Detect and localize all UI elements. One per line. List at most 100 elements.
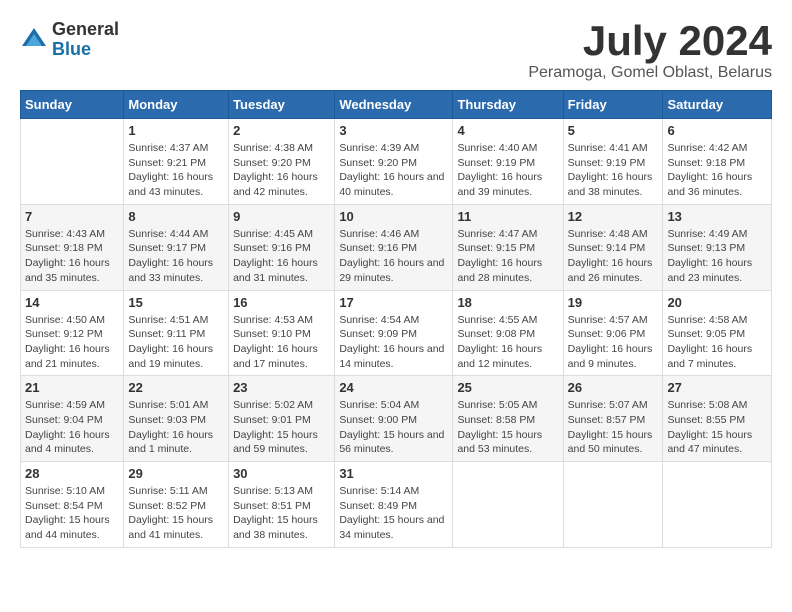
location-subtitle: Peramoga, Gomel Oblast, Belarus bbox=[528, 64, 772, 82]
day-cell: 15Sunrise: 4:51 AM Sunset: 9:11 PM Dayli… bbox=[124, 290, 229, 376]
day-number: 12 bbox=[568, 209, 659, 224]
day-info: Sunrise: 4:43 AM Sunset: 9:18 PM Dayligh… bbox=[25, 227, 119, 286]
day-info: Sunrise: 5:10 AM Sunset: 8:54 PM Dayligh… bbox=[25, 484, 119, 543]
day-cell: 21 Sunrise: 4:59 AM Sunset: 9:04 PM Dayli… bbox=[21, 376, 124, 462]
header-sunday: Sunday bbox=[21, 91, 124, 119]
day-info: Sunrise: 4:58 AM Sunset: 9:05 PM Dayligh… bbox=[667, 313, 767, 372]
day-cell: 13 Sunrise: 4:49 AM Sunset: 9:13 PM Dayli… bbox=[663, 204, 772, 290]
day-number: 31 bbox=[339, 466, 448, 481]
day-info: Sunrise: 5:07 AM Sunset: 8:57 PM Dayligh… bbox=[568, 398, 659, 457]
day-info: Sunrise: 4:37 AM Sunset: 9:21 PM Dayligh… bbox=[128, 141, 224, 200]
day-number: 27 bbox=[667, 380, 767, 395]
day-info: Sunrise: 4:50 AM Sunset: 9:12 PM Dayligh… bbox=[25, 313, 119, 372]
week-row-3: 14 Sunrise: 4:50 AM Sunset: 9:12 PM Dayli… bbox=[21, 290, 772, 376]
day-info: Sunrise: 4:41 AM Sunset: 9:19 PM Dayligh… bbox=[568, 141, 659, 200]
day-cell: 30 Sunrise: 5:13 AM Sunset: 8:51 PM Dayli… bbox=[229, 462, 335, 548]
day-number: 6 bbox=[667, 123, 767, 138]
page-header: General Blue July 2024 Peramoga, Gomel O… bbox=[20, 20, 772, 82]
day-cell: 2 Sunrise: 4:38 AM Sunset: 9:20 PM Daylig… bbox=[229, 119, 335, 205]
day-number: 30 bbox=[233, 466, 330, 481]
day-number: 28 bbox=[25, 466, 119, 481]
header-thursday: Thursday bbox=[453, 91, 563, 119]
day-number: 14 bbox=[25, 295, 119, 310]
header-wednesday: Wednesday bbox=[335, 91, 453, 119]
day-info: Sunrise: 4:49 AM Sunset: 9:13 PM Dayligh… bbox=[667, 227, 767, 286]
header-tuesday: Tuesday bbox=[229, 91, 335, 119]
day-info: Sunrise: 4:45 AM Sunset: 9:16 PM Dayligh… bbox=[233, 227, 330, 286]
day-number: 9 bbox=[233, 209, 330, 224]
day-cell: 10 Sunrise: 4:46 AM Sunset: 9:16 PM Dayli… bbox=[335, 204, 453, 290]
day-cell: 16 Sunrise: 4:53 AM Sunset: 9:10 PM Dayli… bbox=[229, 290, 335, 376]
header-saturday: Saturday bbox=[663, 91, 772, 119]
day-info: Sunrise: 4:47 AM Sunset: 9:15 PM Dayligh… bbox=[457, 227, 558, 286]
day-number: 21 bbox=[25, 380, 119, 395]
day-number: 2 bbox=[233, 123, 330, 138]
day-number: 29 bbox=[128, 466, 224, 481]
day-number: 23 bbox=[233, 380, 330, 395]
day-info: Sunrise: 5:13 AM Sunset: 8:51 PM Dayligh… bbox=[233, 484, 330, 543]
day-cell: 26Sunrise: 5:07 AM Sunset: 8:57 PM Dayli… bbox=[563, 376, 663, 462]
month-year-title: July 2024 bbox=[528, 20, 772, 62]
day-cell: 4 Sunrise: 4:40 AM Sunset: 9:19 PM Daylig… bbox=[453, 119, 563, 205]
header-row: SundayMondayTuesdayWednesdayThursdayFrid… bbox=[21, 91, 772, 119]
day-cell: 3 Sunrise: 4:39 AM Sunset: 9:20 PM Daylig… bbox=[335, 119, 453, 205]
day-info: Sunrise: 4:38 AM Sunset: 9:20 PM Dayligh… bbox=[233, 141, 330, 200]
day-number: 11 bbox=[457, 209, 558, 224]
day-info: Sunrise: 4:54 AM Sunset: 9:09 PM Dayligh… bbox=[339, 313, 448, 372]
day-cell: 8 Sunrise: 4:44 AM Sunset: 9:17 PM Daylig… bbox=[124, 204, 229, 290]
day-cell: 7 Sunrise: 4:43 AM Sunset: 9:18 PM Daylig… bbox=[21, 204, 124, 290]
day-number: 1 bbox=[128, 123, 224, 138]
day-cell: 1 Sunrise: 4:37 AM Sunset: 9:21 PM Daylig… bbox=[124, 119, 229, 205]
day-info: Sunrise: 5:08 AM Sunset: 8:55 PM Dayligh… bbox=[667, 398, 767, 457]
day-number: 15 bbox=[128, 295, 224, 310]
day-info: Sunrise: 5:02 AM Sunset: 9:01 PM Dayligh… bbox=[233, 398, 330, 457]
day-cell: 14 Sunrise: 4:50 AM Sunset: 9:12 PM Dayli… bbox=[21, 290, 124, 376]
day-cell: 12 Sunrise: 4:48 AM Sunset: 9:14 PM Dayli… bbox=[563, 204, 663, 290]
day-cell: 18 Sunrise: 4:55 AM Sunset: 9:08 PM Dayli… bbox=[453, 290, 563, 376]
day-number: 18 bbox=[457, 295, 558, 310]
day-number: 16 bbox=[233, 295, 330, 310]
day-number: 8 bbox=[128, 209, 224, 224]
day-cell bbox=[21, 119, 124, 205]
day-info: Sunrise: 4:48 AM Sunset: 9:14 PM Dayligh… bbox=[568, 227, 659, 286]
logo-general-text: General bbox=[52, 20, 119, 40]
day-cell: 23 Sunrise: 5:02 AM Sunset: 9:01 PM Dayli… bbox=[229, 376, 335, 462]
logo: General Blue bbox=[20, 20, 119, 60]
day-number: 3 bbox=[339, 123, 448, 138]
day-cell: 6 Sunrise: 4:42 AM Sunset: 9:18 PM Daylig… bbox=[663, 119, 772, 205]
day-number: 5 bbox=[568, 123, 659, 138]
day-info: Sunrise: 4:55 AM Sunset: 9:08 PM Dayligh… bbox=[457, 313, 558, 372]
day-cell: 19Sunrise: 4:57 AM Sunset: 9:06 PM Dayli… bbox=[563, 290, 663, 376]
day-cell: 24Sunrise: 5:04 AM Sunset: 9:00 PM Dayli… bbox=[335, 376, 453, 462]
day-info: Sunrise: 4:46 AM Sunset: 9:16 PM Dayligh… bbox=[339, 227, 448, 286]
day-info: Sunrise: 4:40 AM Sunset: 9:19 PM Dayligh… bbox=[457, 141, 558, 200]
day-cell: 5 Sunrise: 4:41 AM Sunset: 9:19 PM Daylig… bbox=[563, 119, 663, 205]
day-info: Sunrise: 4:44 AM Sunset: 9:17 PM Dayligh… bbox=[128, 227, 224, 286]
day-info: Sunrise: 4:53 AM Sunset: 9:10 PM Dayligh… bbox=[233, 313, 330, 372]
day-cell: 22Sunrise: 5:01 AM Sunset: 9:03 PM Dayli… bbox=[124, 376, 229, 462]
day-info: Sunrise: 4:59 AM Sunset: 9:04 PM Dayligh… bbox=[25, 398, 119, 457]
calendar-table: SundayMondayTuesdayWednesdayThursdayFrid… bbox=[20, 90, 772, 548]
day-number: 7 bbox=[25, 209, 119, 224]
day-number: 13 bbox=[667, 209, 767, 224]
week-row-4: 21 Sunrise: 4:59 AM Sunset: 9:04 PM Dayli… bbox=[21, 376, 772, 462]
day-info: Sunrise: 4:39 AM Sunset: 9:20 PM Dayligh… bbox=[339, 141, 448, 200]
day-cell bbox=[663, 462, 772, 548]
day-cell: 25Sunrise: 5:05 AM Sunset: 8:58 PM Dayli… bbox=[453, 376, 563, 462]
day-number: 20 bbox=[667, 295, 767, 310]
day-cell bbox=[453, 462, 563, 548]
day-cell: 20 Sunrise: 4:58 AM Sunset: 9:05 PM Dayli… bbox=[663, 290, 772, 376]
week-row-1: 1 Sunrise: 4:37 AM Sunset: 9:21 PM Daylig… bbox=[21, 119, 772, 205]
day-info: Sunrise: 5:01 AM Sunset: 9:03 PM Dayligh… bbox=[128, 398, 224, 457]
day-number: 25 bbox=[457, 380, 558, 395]
day-cell: 27 Sunrise: 5:08 AM Sunset: 8:55 PM Dayli… bbox=[663, 376, 772, 462]
day-number: 24 bbox=[339, 380, 448, 395]
day-number: 4 bbox=[457, 123, 558, 138]
header-friday: Friday bbox=[563, 91, 663, 119]
day-cell: 17Sunrise: 4:54 AM Sunset: 9:09 PM Dayli… bbox=[335, 290, 453, 376]
title-block: July 2024 Peramoga, Gomel Oblast, Belaru… bbox=[528, 20, 772, 82]
day-number: 10 bbox=[339, 209, 448, 224]
day-info: Sunrise: 4:42 AM Sunset: 9:18 PM Dayligh… bbox=[667, 141, 767, 200]
header-monday: Monday bbox=[124, 91, 229, 119]
day-cell bbox=[563, 462, 663, 548]
